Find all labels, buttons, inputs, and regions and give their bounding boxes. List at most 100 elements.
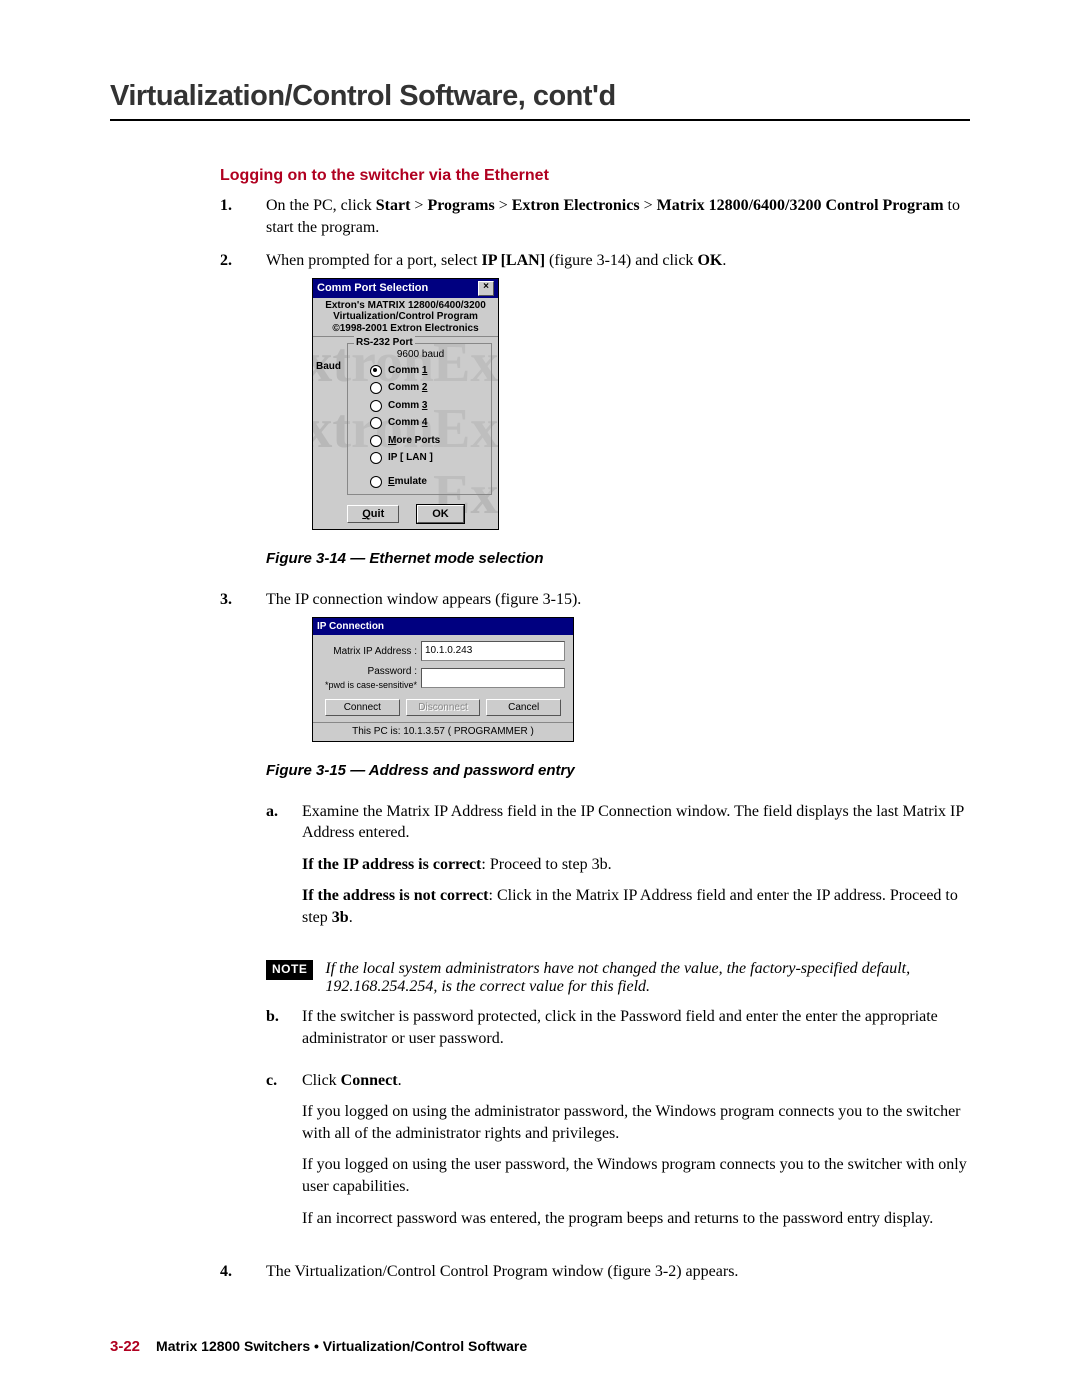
note-text: If the local system administrators have … bbox=[325, 960, 970, 996]
ip-address-label: Matrix IP Address : bbox=[321, 645, 421, 659]
text: . bbox=[398, 1072, 402, 1089]
radio-ip-lan[interactable]: IP [ LAN ] bbox=[352, 449, 489, 467]
step-3a: a. Examine the Matrix IP Address field i… bbox=[266, 801, 970, 939]
note-block: NOTE If the local system administrators … bbox=[110, 960, 970, 996]
substep-letter: b. bbox=[266, 1006, 302, 1059]
cancel-button[interactable]: Cancel bbox=[486, 699, 561, 716]
opt-label: Comm bbox=[388, 417, 422, 428]
radio-comm2[interactable]: Comm 2 bbox=[352, 379, 489, 397]
substep-letter: a. bbox=[266, 801, 302, 939]
close-icon[interactable]: × bbox=[478, 281, 494, 296]
radio-icon[interactable] bbox=[370, 452, 382, 464]
password-label: Password : bbox=[368, 666, 417, 677]
opt-label: ore Ports bbox=[396, 435, 440, 446]
text: If you logged on using the administrator… bbox=[302, 1101, 970, 1144]
radio-icon[interactable] bbox=[370, 400, 382, 412]
radio-icon[interactable] bbox=[370, 435, 382, 447]
dialog-title: Comm Port Selection bbox=[317, 281, 428, 296]
step-number: 1. bbox=[220, 195, 266, 238]
dialog-titlebar[interactable]: Comm Port Selection × bbox=[313, 279, 498, 298]
chapter-title: Virtualization/Control Software, cont'd bbox=[110, 80, 970, 113]
connect-label: Connect bbox=[341, 1072, 398, 1089]
radio-emulate[interactable]: Emulate bbox=[352, 473, 489, 491]
radio-comm4[interactable]: Comm 4 bbox=[352, 414, 489, 432]
radio-icon[interactable] bbox=[370, 476, 382, 488]
dialog-titlebar[interactable]: IP Connection bbox=[313, 618, 573, 636]
ip-connection-dialog: IP Connection Matrix IP Address : 10.1.0… bbox=[312, 617, 574, 742]
opt-label: Comm bbox=[388, 382, 422, 393]
step-3c: c. Click Connect. If you logged on using… bbox=[266, 1070, 970, 1240]
radio-more-ports[interactable]: More Ports bbox=[352, 432, 489, 450]
step-number: 3. bbox=[220, 589, 266, 749]
page-number: 3-22 bbox=[110, 1338, 140, 1355]
step-3: 3. The IP connection window appears (fig… bbox=[220, 589, 970, 749]
banner-line: Virtualization/Control Program bbox=[313, 311, 498, 323]
group-legend: RS-232 Port bbox=[354, 336, 415, 350]
opt-hotkey: 4 bbox=[422, 417, 428, 428]
footer-title: Matrix 12800 Switchers • Virtualization/… bbox=[156, 1338, 527, 1354]
baud-label: Baud bbox=[316, 360, 341, 374]
step-4: 4. The Virtualization/Control Control Pr… bbox=[220, 1261, 970, 1283]
opt-hotkey: 1 bbox=[422, 365, 428, 376]
opt-label: Comm bbox=[388, 400, 422, 411]
rs232-groupbox: RS-232 Port Baud 9600 baud Comm 1 Comm 2… bbox=[347, 343, 492, 495]
banner-line: Extron's MATRIX 12800/6400/3200 bbox=[313, 300, 498, 312]
text: On the PC, click bbox=[266, 197, 376, 214]
title-rule bbox=[110, 119, 970, 121]
menu-start: Start bbox=[376, 197, 411, 214]
menu-extron: Extron Electronics bbox=[512, 197, 640, 214]
radio-comm3[interactable]: Comm 3 bbox=[352, 397, 489, 415]
ip-lan-label: IP [LAN] bbox=[481, 252, 545, 269]
opt-hotkey: 3 bbox=[422, 400, 428, 411]
radio-icon[interactable] bbox=[370, 417, 382, 429]
comm-port-dialog: Extron Extron Extron Extron Extron Comm … bbox=[312, 278, 499, 531]
ok-button[interactable]: OK bbox=[417, 505, 464, 523]
step-2: 2. When prompted for a port, select IP [… bbox=[220, 250, 970, 538]
note-badge: NOTE bbox=[266, 960, 313, 980]
status-bar: This PC is: 10.1.3.57 ( PROGRAMMER ) bbox=[313, 722, 573, 741]
sep: > bbox=[640, 197, 657, 214]
step-number: 2. bbox=[220, 250, 266, 538]
quit-button[interactable]: Quit bbox=[347, 505, 399, 523]
step-ref: 3b bbox=[332, 909, 349, 926]
if-correct-label: If the IP address is correct bbox=[302, 856, 481, 873]
step-3b: b. If the switcher is password protected… bbox=[266, 1006, 970, 1059]
text: . bbox=[722, 252, 726, 269]
password-hint: *pwd is case-sensitive* bbox=[321, 679, 417, 691]
opt-label: Comm bbox=[388, 365, 422, 376]
menu-programs: Programs bbox=[427, 197, 494, 214]
page-footer: 3-22 Matrix 12800 Switchers • Virtualiza… bbox=[110, 1338, 527, 1355]
if-not-correct-label: If the address is not correct bbox=[302, 887, 489, 904]
step-3-sub: a. Examine the Matrix IP Address field i… bbox=[220, 801, 970, 949]
ok-label: OK bbox=[697, 252, 722, 269]
radio-icon[interactable] bbox=[370, 382, 382, 394]
text: The IP connection window appears (figure… bbox=[266, 589, 970, 611]
text: If an incorrect password was entered, th… bbox=[302, 1208, 970, 1230]
ip-address-row: Matrix IP Address : 10.1.0.243 bbox=[321, 641, 565, 661]
step-number: 4. bbox=[220, 1261, 266, 1283]
ip-address-input[interactable]: 10.1.0.243 bbox=[421, 641, 565, 661]
sep: > bbox=[410, 197, 427, 214]
step-3-sub-cont: b. If the switcher is password protected… bbox=[220, 1006, 970, 1249]
disconnect-button[interactable]: Disconnect bbox=[406, 699, 481, 716]
password-row: Password : *pwd is case-sensitive* bbox=[321, 665, 565, 691]
text: (figure 3-14) and click bbox=[545, 252, 697, 269]
text: Examine the Matrix IP Address field in t… bbox=[302, 801, 970, 844]
text: : Proceed to step 3b. bbox=[481, 856, 611, 873]
opt-hotkey: 2 bbox=[422, 382, 428, 393]
banner-line: ©1998-2001 Extron Electronics bbox=[313, 323, 498, 335]
step-1: 1. On the PC, click Start > Programs > E… bbox=[220, 195, 970, 238]
password-input[interactable] bbox=[421, 668, 565, 688]
text: The Virtualization/Control Control Progr… bbox=[266, 1261, 970, 1283]
opt-hotkey: E bbox=[388, 476, 395, 487]
text: If the switcher is password protected, c… bbox=[302, 1006, 970, 1049]
dialog-banner: Extron's MATRIX 12800/6400/3200 Virtuali… bbox=[313, 298, 498, 338]
sep: > bbox=[495, 197, 512, 214]
figure-3-15-caption: Figure 3-15 — Address and password entry bbox=[110, 762, 970, 779]
dialog-title: IP Connection bbox=[317, 620, 384, 634]
connect-button[interactable]: Connect bbox=[325, 699, 400, 716]
radio-icon[interactable] bbox=[370, 365, 382, 377]
radio-comm1[interactable]: Comm 1 bbox=[352, 362, 489, 380]
text: . bbox=[349, 909, 353, 926]
substep-letter: c. bbox=[266, 1070, 302, 1240]
